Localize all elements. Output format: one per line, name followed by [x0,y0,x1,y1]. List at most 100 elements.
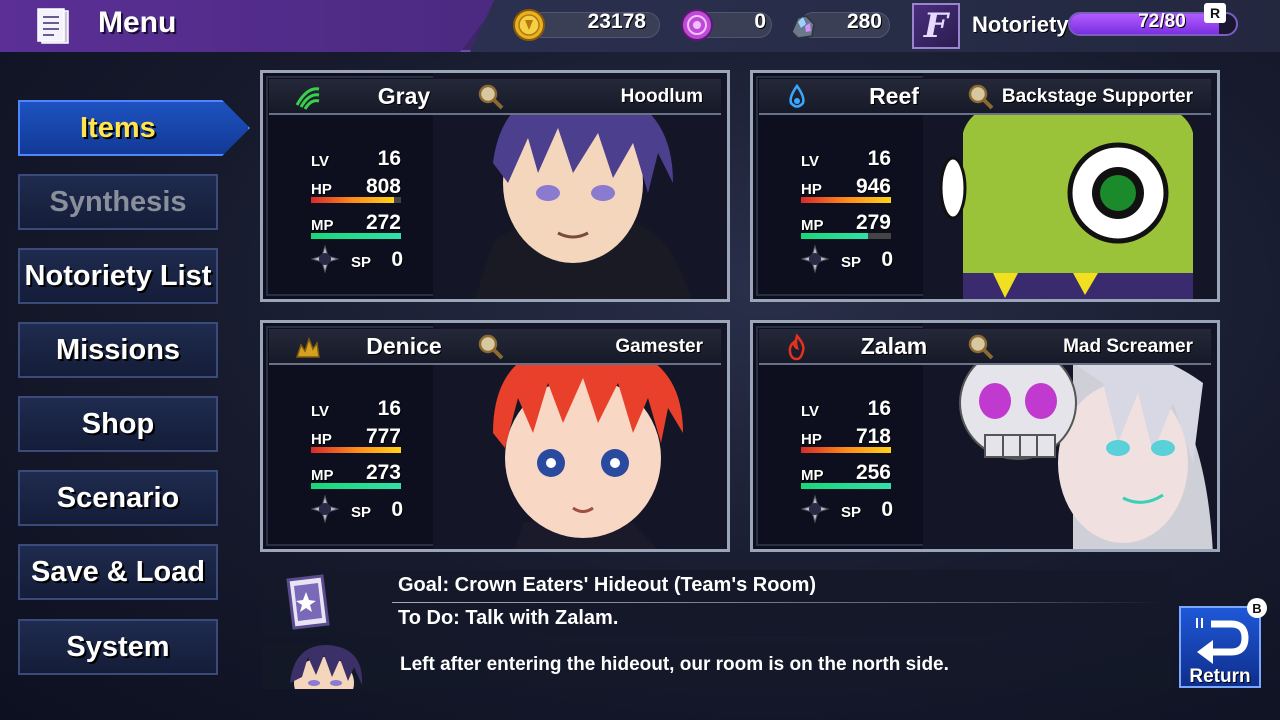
lv-label: LV [311,153,330,170]
earth-crystal-icon [295,336,320,358]
notebook-icon [37,8,69,44]
water-drop-icon [789,83,805,108]
hp-value: 946 [855,175,891,198]
sp-star-icon [311,245,339,273]
sidebar-item-system[interactable]: System [18,619,218,675]
card-header: Gray Hoodlum [269,79,721,115]
notoriety-label: Notoriety [972,12,1069,37]
sp-label: SP [351,254,372,271]
character-title: Gamester [615,336,703,357]
sp-label: SP [351,504,372,521]
character-name: Denice [366,333,442,359]
hp-value: 777 [365,425,401,448]
sidebar-item-notoriety-list[interactable]: Notoriety List [18,248,218,304]
mp-bar [801,233,891,239]
hp-bar-fill [801,447,891,453]
notoriety-rank-badge: F [912,3,960,49]
sp-star-icon [801,245,829,273]
magnifier-icon[interactable] [967,83,995,111]
goal-text: Goal: Crown Eaters' Hideout (Team's Room… [398,574,817,596]
hp-bar [801,197,891,203]
mp-value: 272 [365,211,401,234]
magnifier-icon[interactable] [967,333,995,361]
card-header: Denice Gamester [269,329,721,365]
todo-text: To Do: Talk with Zalam. [398,607,619,629]
sp-value: 0 [881,248,893,271]
return-label: Return [1189,666,1251,687]
mp-bar-fill [311,233,401,239]
sidebar-item-synthesis[interactable]: Synthesis [18,174,218,230]
mp-label: MP [801,467,824,484]
lv-label: LV [311,403,330,420]
sp-star-icon [311,495,339,523]
crystal-ore-icon [791,15,815,39]
lv-value: 16 [867,397,891,420]
character-title: Hoodlum [620,86,703,107]
hp-bar-fill [311,447,401,453]
character-title: Backstage Supporter [1001,86,1193,107]
mp-bar [801,483,891,489]
sidebar-item-items[interactable]: Items [18,100,250,156]
mp-label: MP [801,217,824,234]
sidebar-item-save-load[interactable]: Save & Load [18,544,218,600]
party-card-reef[interactable]: Reef Backstage Supporter LV 16 HP 946 MP… [750,70,1220,302]
return-button[interactable]: Return [1179,606,1261,688]
hp-bar-fill [801,197,891,203]
gold-coin-icon [513,9,545,41]
hint-panel: Left after entering the hideout, our roo… [262,643,1172,689]
card-header: Zalam Mad Screamer [759,329,1211,365]
goal-divider [392,602,1162,603]
sp-value: 0 [391,248,403,271]
gray-avatar [290,645,363,689]
lv-value: 16 [867,147,891,170]
mp-value: 256 [855,461,891,484]
objective-panel: Goal: Crown Eaters' Hideout (Team's Room… [262,570,1172,636]
hp-bar [311,447,401,453]
hp-value: 808 [365,175,401,198]
party-card-denice[interactable]: Denice Gamester LV 16 HP 777 MP 273 SP 0 [260,320,730,552]
b-shortcut-badge: B [1247,598,1267,618]
character-name: Reef [869,83,919,109]
menu-title-banner [0,0,500,52]
token-amount: 0 [754,10,766,33]
lv-value: 16 [377,397,401,420]
fire-icon [788,333,805,361]
mp-value: 273 [365,461,401,484]
crystal-amount: 280 [846,10,882,33]
hp-bar [801,447,891,453]
sidebar-item-scenario[interactable]: Scenario [18,470,218,526]
purple-token-icon [681,9,713,41]
wind-icon [295,87,320,110]
quest-book-icon [286,574,330,630]
mp-bar-fill [311,483,401,489]
sidebar-item-shop[interactable]: Shop [18,396,218,452]
lv-label: LV [801,403,820,420]
magnifier-icon[interactable] [477,83,505,111]
page-title: Menu [98,6,177,39]
sp-value: 0 [391,498,403,521]
magnifier-icon[interactable] [477,333,505,361]
r-shortcut-badge: R [1204,3,1226,23]
mp-value: 279 [855,211,891,234]
hp-bar [311,197,401,203]
gold-amount: 23178 [587,10,646,33]
party-card-zalam[interactable]: Zalam Mad Screamer LV 16 HP 718 MP 256 S… [750,320,1220,552]
sp-label: SP [841,504,862,521]
hint-text: Left after entering the hideout, our roo… [400,654,949,675]
return-arrow-icon [1196,618,1249,664]
hp-bar-fill [311,197,394,203]
character-name: Zalam [860,333,928,359]
mp-bar-fill [801,483,891,489]
mp-bar [311,483,401,489]
mp-label: MP [311,217,334,234]
hp-value: 718 [855,425,891,448]
sidebar-item-missions[interactable]: Missions [18,322,218,378]
lv-value: 16 [377,147,401,170]
card-header: Reef Backstage Supporter [759,79,1211,115]
mp-bar [311,233,401,239]
hp-label: HP [801,181,822,198]
hp-label: HP [311,181,332,198]
character-title: Mad Screamer [1063,336,1193,357]
notoriety-value: 72/80 [1138,11,1186,32]
party-card-gray[interactable]: Gray Hoodlum LV 16 HP 808 MP 272 SP 0 [260,70,730,302]
